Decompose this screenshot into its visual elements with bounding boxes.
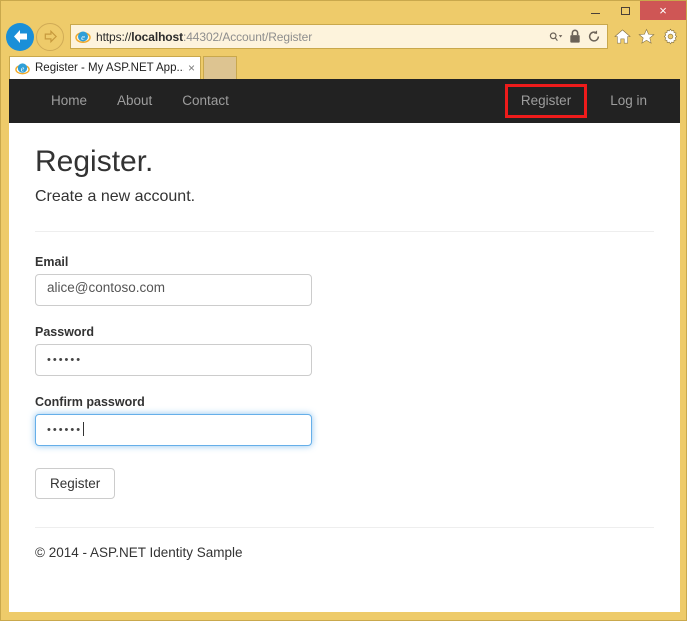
text-cursor [83,422,85,436]
window-controls: × [580,1,686,20]
address-bar-icons [549,29,607,44]
forward-arrow-icon [44,30,57,43]
tab-strip: e Register - My ASP.NET App... × [1,53,686,79]
email-label: Email [35,255,69,269]
close-button[interactable]: × [640,1,686,20]
maximize-icon [620,6,630,15]
confirm-password-label: Confirm password [35,395,145,409]
nav-link-about[interactable]: About [102,79,167,123]
home-icon[interactable] [614,28,631,45]
internet-explorer-icon: e [75,31,91,43]
browser-tab-active[interactable]: e Register - My ASP.NET App... × [9,56,201,79]
page-viewport: Home About Contact Register Log in Regis… [9,79,680,612]
url-path-highlighted: Account/Register [222,29,312,44]
footer-copyright: © 2014 - ASP.NET Identity Sample [35,545,243,560]
page-subtitle: Create a new account. [35,188,196,205]
internet-explorer-icon: e [15,62,30,74]
lock-icon[interactable] [568,29,582,44]
back-arrow-icon [13,30,27,43]
window-titlebar: × [1,1,686,20]
navbar-right-links: Register Log in [504,79,662,123]
forward-button[interactable] [36,22,64,51]
password-label: Password [35,325,95,339]
tab-title: Register - My ASP.NET App... [35,62,184,74]
tab-close-icon[interactable]: × [188,62,195,74]
favorites-star-icon[interactable] [638,28,655,45]
password-masked-value: •••••• [47,354,83,366]
confirm-password-field-group: Confirm password •••••• [35,395,654,446]
register-form: Email alice@contoso.com Password •••••• … [35,255,654,499]
back-button[interactable] [6,22,34,51]
browser-chrome-icons [611,28,686,45]
email-input[interactable]: alice@contoso.com [35,274,312,306]
footer-divider [35,527,654,528]
refresh-icon[interactable] [587,29,601,44]
page-title: Register. [35,145,154,178]
nav-link-login[interactable]: Log in [595,79,662,123]
email-field-group: Email alice@contoso.com [35,255,654,306]
maximize-button[interactable] [610,1,640,20]
nav-link-contact[interactable]: Contact [167,79,244,123]
url-scheme: https:// [96,29,132,44]
minimize-icon [590,13,600,14]
search-dropdown-icon[interactable] [549,29,563,44]
nav-link-home[interactable]: Home [51,79,102,123]
settings-gear-icon[interactable] [662,28,679,45]
confirm-password-input[interactable]: •••••• [35,414,312,446]
minimize-button[interactable] [580,1,610,20]
password-input[interactable]: •••••• [35,344,312,376]
confirm-password-masked-value: •••••• [47,424,83,436]
page-content: Register. Create a new account. Email al… [9,145,680,560]
password-field-group: Password •••••• [35,325,654,376]
site-navbar: Home About Contact Register Log in [9,79,680,123]
browser-window: × e https://localhost:44302/Account/Regi… [0,0,687,621]
url-port: :44302 [183,29,220,44]
url-host: localhost [131,29,183,44]
register-submit-button[interactable]: Register [35,468,116,499]
browser-toolbar: e https://localhost:44302/Account/Regist… [1,20,686,53]
address-url: https://localhost:44302/Account/Register [96,29,549,44]
navbar-left-links: Home About Contact [51,79,244,123]
register-link-highlight-box: Register [504,84,588,118]
nav-link-register[interactable]: Register [508,87,584,115]
content-divider [35,231,654,232]
svg-text:e: e [81,32,85,42]
address-bar[interactable]: e https://localhost:44302/Account/Regist… [70,24,608,49]
new-tab-button[interactable] [203,56,237,79]
svg-text:e: e [21,64,25,73]
